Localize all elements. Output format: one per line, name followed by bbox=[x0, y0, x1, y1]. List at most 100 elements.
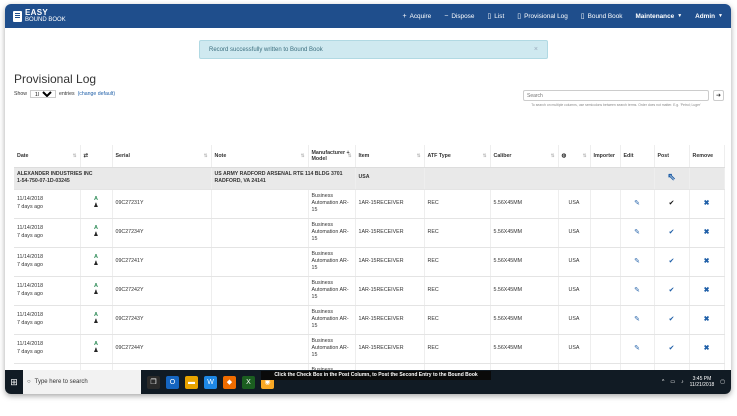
cell-transfer: A♟ bbox=[80, 189, 113, 219]
col-transfer[interactable]: ⇄ bbox=[80, 145, 113, 168]
post-check-icon[interactable]: ✔ bbox=[669, 316, 675, 323]
sort-icon: ⇅ bbox=[416, 152, 421, 158]
close-icon[interactable]: × bbox=[534, 46, 538, 53]
remove-x-icon[interactable]: ✖ bbox=[704, 229, 710, 236]
table-row: 11/14/2018 7 days ago A ♟ 09C27244Y Business … bbox=[14, 334, 725, 364]
post-check-icon[interactable]: ✔ bbox=[669, 229, 675, 236]
group-address: US ARMY RADFORD ARSENAL RTE 114 BLDG 370… bbox=[211, 167, 356, 190]
notification-icon[interactable]: ▢ bbox=[720, 379, 725, 385]
search-button[interactable]: ➜ bbox=[713, 90, 724, 101]
nav-list-label: List bbox=[494, 12, 505, 20]
sort-icon: ⇅ bbox=[582, 152, 587, 158]
sort-icon: ⇅ bbox=[482, 152, 487, 158]
cell-note bbox=[211, 218, 309, 248]
remove-x-icon[interactable]: ✖ bbox=[704, 287, 710, 294]
col-caliber[interactable]: Caliber ⇅ bbox=[490, 145, 559, 168]
main-content: Record successfully written to Bound Boo… bbox=[5, 28, 731, 393]
nav-admin[interactable]: Admin ▼ bbox=[695, 13, 723, 20]
entries-select[interactable]: 100 bbox=[29, 90, 56, 98]
col-note[interactable]: Note ⇅ bbox=[211, 145, 309, 168]
nav-provisional-log[interactable]: ▯ Provisional Log bbox=[517, 12, 568, 21]
cell-note bbox=[211, 276, 309, 306]
remove-x-icon[interactable]: ✖ bbox=[704, 345, 710, 352]
nav-maintenance[interactable]: Maintenance ▼ bbox=[635, 13, 682, 20]
show-suffix: entries bbox=[58, 91, 75, 97]
pencil-icon[interactable]: ✎ bbox=[634, 200, 640, 207]
taskbar-search[interactable]: ○ Type here to search bbox=[23, 370, 141, 394]
group-license: 1-54-750-07-1D-03245 bbox=[17, 178, 70, 184]
task-view-icon[interactable]: ❐ bbox=[147, 375, 160, 389]
excel-icon[interactable]: X bbox=[242, 375, 255, 389]
pencil-icon[interactable]: ✎ bbox=[634, 258, 640, 265]
row-age: 7 days ago bbox=[17, 348, 43, 355]
folder-icon[interactable]: ▬ bbox=[185, 375, 198, 389]
col-serial[interactable]: Serial ⇅ bbox=[112, 145, 212, 168]
search-input[interactable] bbox=[523, 90, 709, 101]
document-icon: ▯ bbox=[517, 13, 522, 20]
show-prefix: Show bbox=[14, 91, 27, 97]
provisional-log-table: Date ⇅ ⇄ Serial ⇅ Note ⇅ Manufacturer + Mod… bbox=[14, 145, 725, 393]
cell-note bbox=[211, 334, 309, 364]
cell-post: ✔ bbox=[654, 218, 690, 248]
remove-x-icon[interactable]: ✖ bbox=[704, 258, 710, 265]
nav-list[interactable]: ▯ List bbox=[487, 12, 505, 21]
nav-dispose[interactable]: − Dispose bbox=[444, 13, 474, 20]
network-icon[interactable]: ▭ bbox=[670, 379, 675, 385]
cell-post: ✔ bbox=[654, 334, 690, 364]
pencil-icon[interactable]: ✎ bbox=[634, 287, 640, 294]
windows-start-button[interactable]: ⊞ bbox=[5, 370, 23, 394]
pencil-icon[interactable]: ✎ bbox=[634, 229, 640, 236]
cell-item: 1AR-15RECEIVER bbox=[355, 276, 425, 306]
post-check-icon[interactable]: ✔ bbox=[669, 258, 675, 265]
col-country[interactable]: ◍ ⇅ bbox=[558, 145, 591, 168]
sort-icon: ⇅ bbox=[347, 152, 352, 158]
taskbar-clock[interactable]: 3:45 PM 11/21/2018 bbox=[690, 376, 715, 389]
table-row: 11/14/2018 7 days ago A ♟ 09C27242Y Business … bbox=[14, 276, 725, 306]
word-icon[interactable]: W bbox=[204, 375, 217, 389]
pencil-icon[interactable]: ✎ bbox=[634, 316, 640, 323]
cell-manufacturer: Business Automation AR-15 bbox=[308, 305, 356, 335]
search-hint: To search on multiple columns, use semic… bbox=[531, 103, 701, 107]
nav-bound-book[interactable]: ▯ Bound Book bbox=[581, 12, 623, 21]
app-icon[interactable]: ◆ bbox=[223, 375, 236, 389]
cell-edit: ✎ bbox=[620, 189, 655, 219]
app-window: EASY BOUND BOOK + Acquire − Dispose ▯ List … bbox=[5, 4, 731, 394]
row-age: 7 days ago bbox=[17, 203, 43, 210]
logo[interactable]: EASY BOUND BOOK bbox=[13, 9, 66, 23]
nav-admin-label: Admin bbox=[695, 12, 716, 20]
cell-atf-type: REC bbox=[424, 276, 491, 306]
cell-importer bbox=[590, 305, 621, 335]
col-item[interactable]: Item ⇅ bbox=[355, 145, 425, 168]
nav-acquire-label: Acquire bbox=[409, 12, 432, 20]
person-icon: ♟ bbox=[93, 260, 99, 267]
post-check-icon[interactable]: ✔ bbox=[669, 287, 675, 294]
cell-country: USA bbox=[558, 305, 591, 335]
nav-links: + Acquire − Dispose ▯ List ▯ Provisional Log… bbox=[402, 12, 723, 21]
table-row: 11/14/2018 7 days ago A ♟ 09C27243Y Business … bbox=[14, 305, 725, 335]
col-remove: Remove bbox=[689, 145, 725, 168]
remove-x-icon[interactable]: ✖ bbox=[704, 200, 710, 207]
col-date[interactable]: Date ⇅ bbox=[14, 145, 81, 168]
change-default-link[interactable]: (change default) bbox=[78, 91, 116, 97]
outlook-icon[interactable]: O bbox=[166, 375, 179, 389]
nav-acquire[interactable]: + Acquire bbox=[402, 13, 431, 20]
col-atf-type[interactable]: ATF Type ⇅ bbox=[424, 145, 491, 168]
cell-remove: ✖ bbox=[689, 247, 725, 277]
top-navbar: EASY BOUND BOOK + Acquire − Dispose ▯ List … bbox=[5, 4, 731, 28]
table-row: 11/14/2018 7 days ago A ♟ 09C27231Y Business … bbox=[14, 189, 725, 219]
col-importer[interactable]: Importer bbox=[590, 145, 621, 168]
col-manufacturer[interactable]: Manufacturer + Model ⇅ bbox=[308, 145, 356, 168]
post-check-icon[interactable]: ✔ bbox=[669, 345, 675, 352]
cell-post: ✔ bbox=[654, 247, 690, 277]
row-date: 11/14/2018 bbox=[17, 196, 44, 203]
minus-icon: − bbox=[444, 12, 449, 20]
volume-icon[interactable]: ♪ bbox=[681, 379, 684, 385]
cell-item: 1AR-15RECEIVER bbox=[355, 305, 425, 335]
post-check-icon[interactable]: ✔ bbox=[669, 200, 675, 207]
remove-x-icon[interactable]: ✖ bbox=[704, 316, 710, 323]
col-serial-label: Serial bbox=[115, 152, 130, 159]
cell-serial: 09C27241Y bbox=[112, 247, 212, 277]
pencil-icon[interactable]: ✎ bbox=[634, 345, 640, 352]
chevron-up-icon[interactable]: ^ bbox=[662, 379, 664, 385]
chevron-down-icon: ▼ bbox=[718, 13, 723, 19]
